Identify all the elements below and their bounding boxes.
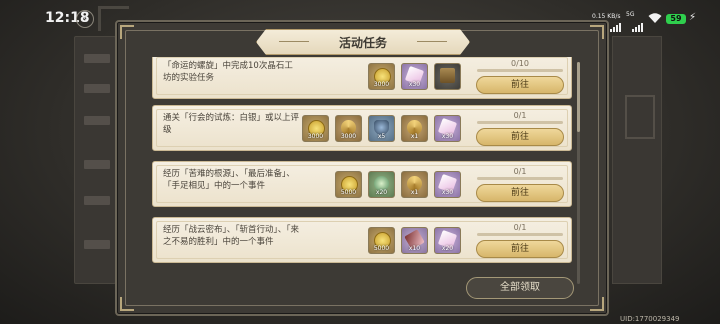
- wifi-icon: [648, 13, 662, 23]
- background-right-panel: [612, 36, 662, 284]
- progress-count: 0/1: [513, 167, 527, 176]
- scroll-thumb[interactable]: [577, 62, 580, 132]
- quest-description: 经历「战云密布」、「斩首行动」、「来之不易的胜利」中的一个事件: [163, 225, 300, 247]
- background-menu-item: [84, 84, 110, 93]
- reward-amount: x20: [375, 189, 388, 196]
- background-menu-item: [84, 196, 110, 205]
- reward-item[interactable]: [434, 63, 461, 90]
- reward-item[interactable]: x30: [401, 63, 428, 90]
- quest-description: 通关「行会的试炼：白银」或以上评级: [163, 113, 300, 135]
- corner-ornament: [590, 297, 604, 311]
- activity-tasks-dialog: 活动任务 「命运的螺旋」中完成10次晶石工坊的实验任务 3000 x30 0/10 前往…: [115, 20, 609, 316]
- reward-item[interactable]: 5000: [335, 171, 362, 198]
- reward-amount: x1: [410, 133, 419, 140]
- progress-bar: [477, 121, 563, 124]
- reward-item[interactable]: x20: [368, 171, 395, 198]
- progress-bar: [477, 177, 563, 180]
- go-button[interactable]: 前往: [476, 128, 564, 146]
- corner-ornament: [120, 297, 134, 311]
- reward-item[interactable]: x1: [401, 115, 428, 142]
- progress-count: 0/1: [513, 223, 527, 232]
- reward-item[interactable]: x5: [368, 115, 395, 142]
- reward-amount: x30: [441, 189, 454, 196]
- reward-amount: x1: [410, 189, 419, 196]
- reward-amount: x5: [377, 133, 386, 140]
- quest-card: 通关「行会的试炼：白银」或以上评级 3000 3000 x5 x1 x30 0/1 前往: [152, 105, 572, 151]
- background-right-glyph: [625, 95, 655, 139]
- go-button[interactable]: 前往: [476, 184, 564, 202]
- charging-icon: ⚡: [689, 12, 697, 23]
- reward-item[interactable]: x10: [401, 227, 428, 254]
- reward-amount: x20: [441, 245, 454, 252]
- background-menu-item: [84, 54, 110, 63]
- quest-card: 经历「苦难的根源」、「最后准备」、「手足相见」中的一个事件 5000 x20 x1 x3…: [152, 161, 572, 207]
- background-menu-item: [84, 240, 110, 249]
- progress-count: 0/1: [513, 111, 527, 120]
- user-id: UID:1770029349: [620, 315, 680, 323]
- treasure-chest-icon: [440, 68, 455, 83]
- background-menu-item: [84, 116, 110, 125]
- claim-all-button[interactable]: 全部领取: [466, 277, 574, 299]
- reward-amount: 5000: [340, 189, 357, 196]
- signal-icon-2: [632, 13, 644, 32]
- reward-amount: x30: [441, 133, 454, 140]
- reward-item[interactable]: 5000: [368, 227, 395, 254]
- scrollbar[interactable]: [577, 62, 580, 284]
- progress-count: 0/10: [511, 59, 529, 68]
- reward-item[interactable]: 3000: [368, 63, 395, 90]
- corner-ornament: [590, 25, 604, 39]
- title-plate: 活动任务: [256, 29, 470, 55]
- corner-ornament: [120, 25, 134, 39]
- reward-amount: 3000: [307, 133, 324, 140]
- reward-amount: 3000: [373, 81, 390, 88]
- signal-icon: [610, 13, 622, 32]
- background-menu-item: [84, 160, 110, 169]
- quest-card: 经历「战云密布」、「斩首行动」、「来之不易的胜利」中的一个事件 5000 x10 x2…: [152, 217, 572, 263]
- progress-bar: [477, 69, 563, 72]
- go-button[interactable]: 前往: [476, 76, 564, 94]
- reward-amount: 3000: [340, 133, 357, 140]
- quest-description: 「命运的螺旋」中完成10次晶石工坊的实验任务: [163, 61, 293, 83]
- quest-description: 经历「苦难的根源」、「最后准备」、「手足相见」中的一个事件: [163, 169, 295, 191]
- reward-item[interactable]: x30: [434, 171, 461, 198]
- reward-item[interactable]: x20: [434, 227, 461, 254]
- reward-amount: 5000: [373, 245, 390, 252]
- back-icon[interactable]: ‹: [76, 10, 94, 28]
- reward-amount: x10: [408, 245, 421, 252]
- battery-icon: 59: [666, 14, 686, 24]
- quest-list[interactable]: 「命运的螺旋」中完成10次晶石工坊的实验任务 3000 x30 0/10 前往 通关「行会…: [152, 57, 572, 289]
- progress-bar: [477, 233, 563, 236]
- go-button[interactable]: 前往: [476, 240, 564, 258]
- reward-item[interactable]: x30: [434, 115, 461, 142]
- reward-item[interactable]: 3000: [302, 115, 329, 142]
- dialog-title: 活动任务: [338, 36, 387, 50]
- reward-amount: x30: [408, 81, 421, 88]
- quest-card: 「命运的螺旋」中完成10次晶石工坊的实验任务 3000 x30 0/10 前往: [152, 57, 572, 99]
- reward-item[interactable]: x1: [401, 171, 428, 198]
- reward-item[interactable]: 3000: [335, 115, 362, 142]
